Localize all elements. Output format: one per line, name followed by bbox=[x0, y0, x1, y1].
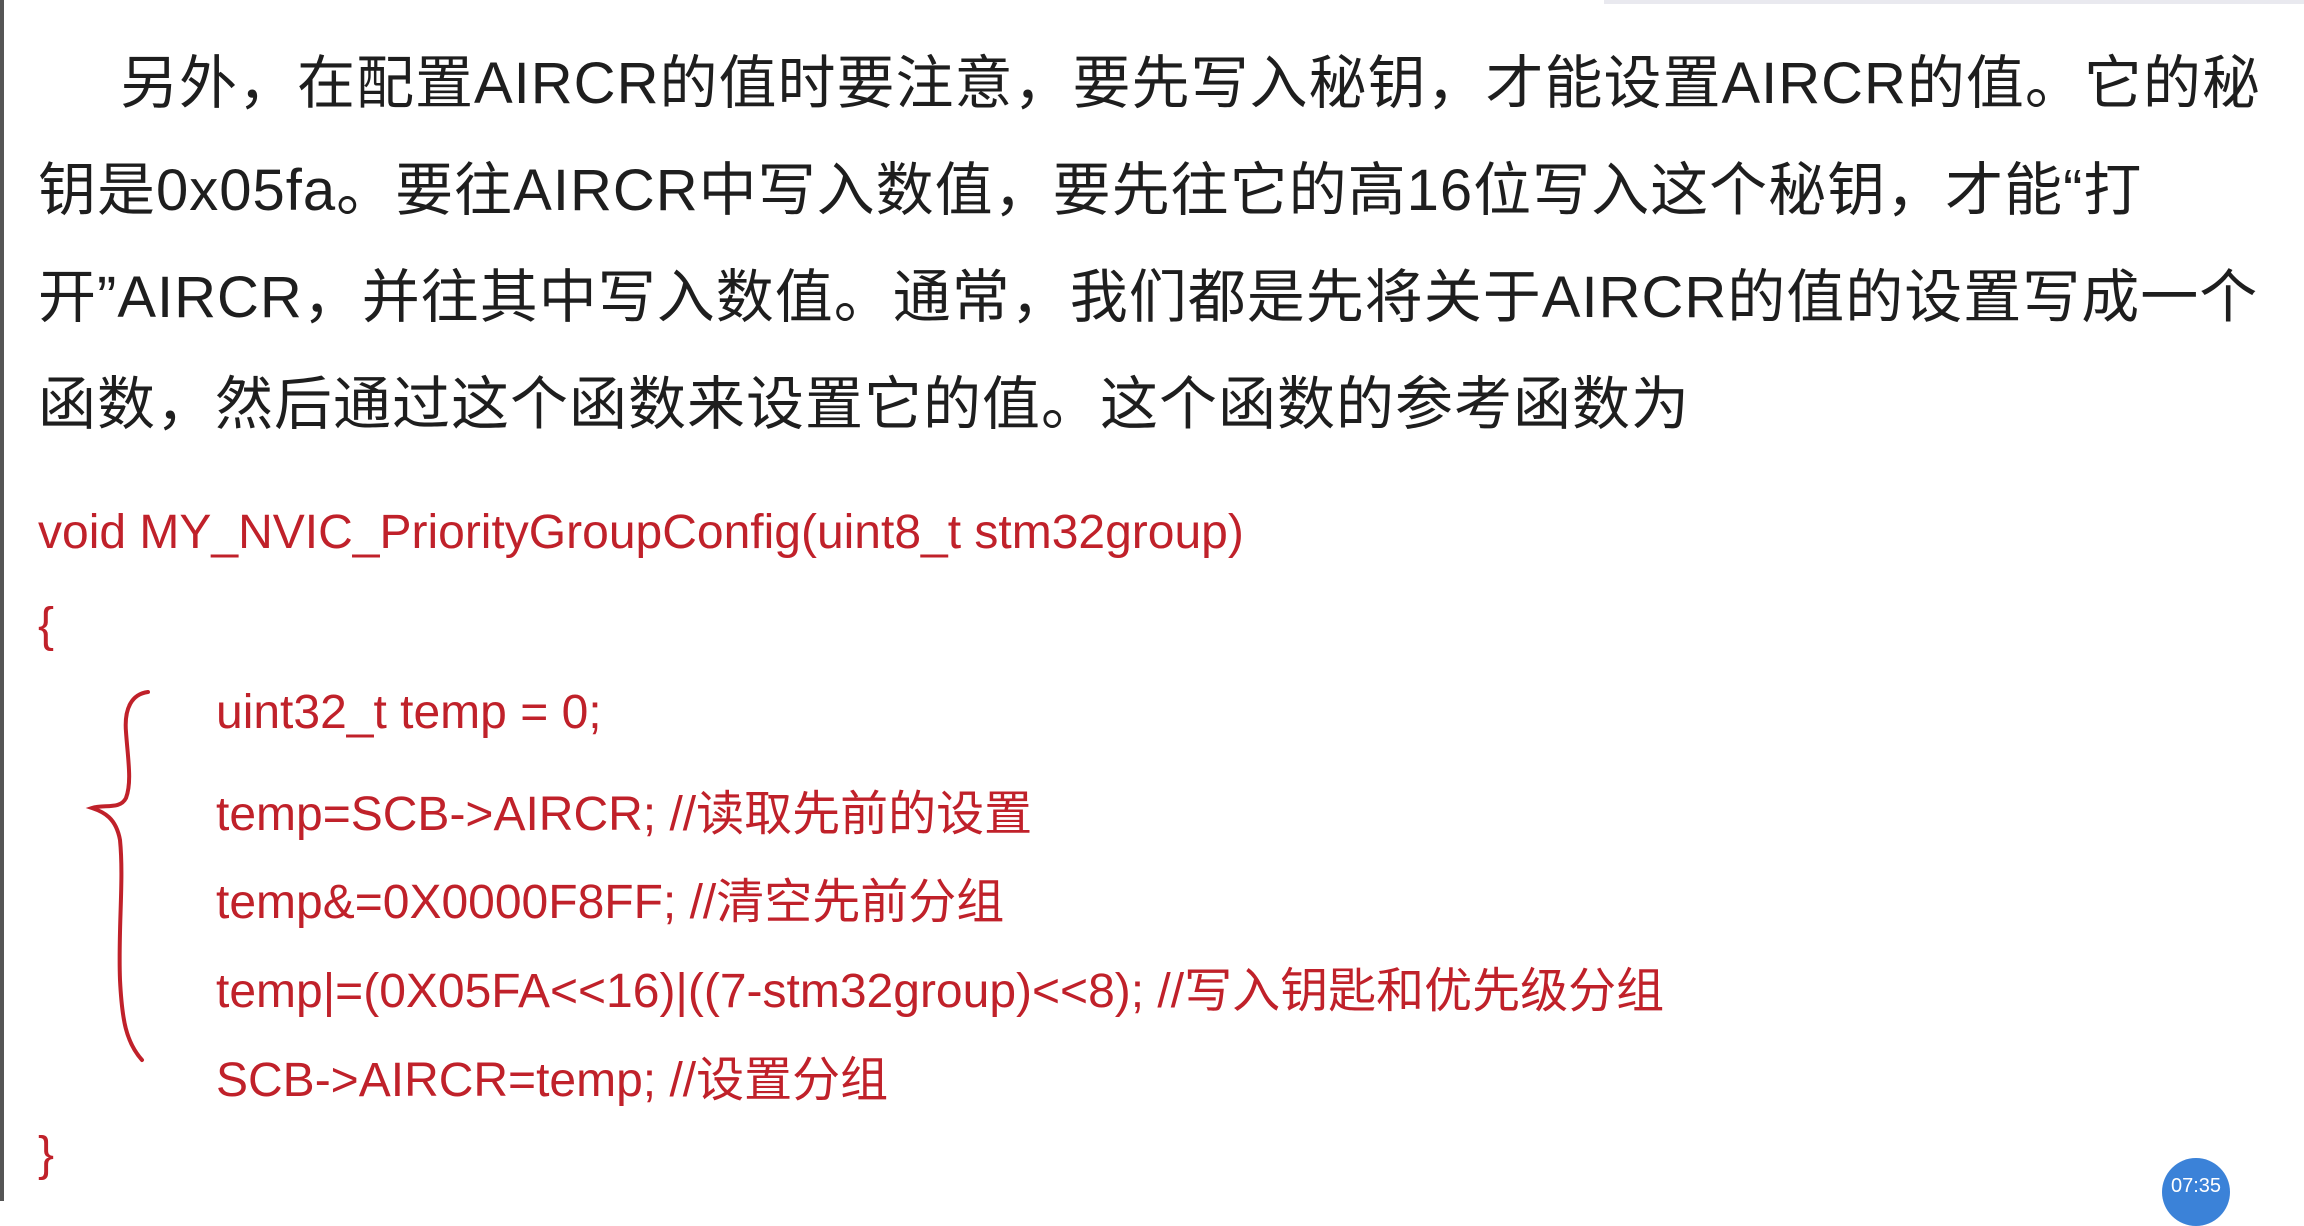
bilibili-watermark-logo bbox=[2154, 10, 2304, 90]
code-close-brace: } bbox=[38, 1128, 55, 1181]
function-signature: void MY_NVIC_PriorityGroupConfig(uint8_t… bbox=[38, 506, 1244, 559]
top-bar bbox=[1604, 0, 2304, 4]
code-line-1: uint32_t temp = 0; bbox=[216, 686, 602, 739]
paragraph-line-2: 钥是0x05fa。要往AIRCR中写入数值，要先往它的高16位写入这个秘钥，才能… bbox=[38, 158, 2143, 223]
code-line-4: temp|=(0X05FA<<16)|((7-stm32group)<<8); … bbox=[216, 965, 1665, 1018]
handwritten-brace-annotation bbox=[85, 690, 150, 1062]
video-timer-badge: 07:35 bbox=[2162, 1158, 2230, 1226]
left-edge-divider bbox=[0, 0, 4, 1201]
code-line-2: temp=SCB->AIRCR; //读取先前的设置 bbox=[216, 788, 1033, 841]
code-line-5: SCB->AIRCR=temp; //设置分组 bbox=[216, 1054, 889, 1107]
body-paragraph: 另外，在配置AIRCR的值时要注意，要先写入秘钥，才能设置AIRCR的值。它的秘… bbox=[38, 30, 2268, 458]
paragraph-line-1: 另外，在配置AIRCR的值时要注意，要先写入秘钥，才能设置AIRCR的值。它的秘 bbox=[120, 51, 2261, 116]
paragraph-line-3: 开”AIRCR，并往其中写入数值。通常，我们都是先将关于AIRCR的值的设置写成… bbox=[38, 265, 2259, 330]
code-open-brace: { bbox=[38, 599, 55, 652]
code-line-3: temp&=0X0000F8FF; //清空先前分组 bbox=[216, 876, 1005, 929]
paragraph-line-4: 函数，然后通过这个函数来设置它的值。这个函数的参考函数为 bbox=[38, 372, 1691, 437]
